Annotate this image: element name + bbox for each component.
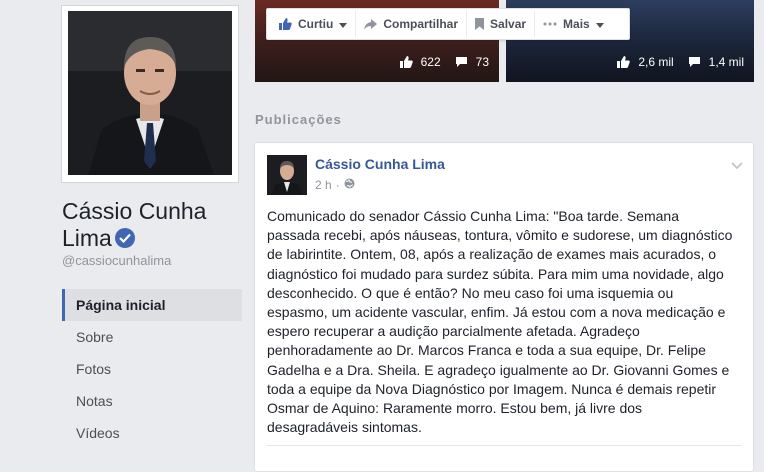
- post-divider: [267, 445, 741, 446]
- chevron-down-icon: [339, 17, 348, 31]
- profile-picture[interactable]: [68, 11, 232, 175]
- profile-picture-frame[interactable]: [61, 5, 239, 183]
- like-button[interactable]: Curtiu: [271, 11, 357, 37]
- comment-icon: [455, 56, 468, 68]
- page-name-text[interactable]: Cássio Cunha Lima: [62, 198, 206, 251]
- thumbs-up-icon: [399, 56, 413, 68]
- post-text: Comunicado do senador Cássio Cunha Lima:…: [267, 208, 733, 436]
- nav-item-photos[interactable]: Fotos: [62, 353, 242, 385]
- more-dots-icon: [543, 22, 557, 26]
- like-label: Curtiu: [298, 17, 334, 31]
- nav-item-notes[interactable]: Notas: [62, 385, 242, 417]
- post-card: Cássio Cunha Lima 2 h · Comunicado do se…: [254, 142, 754, 472]
- avatar-image: [267, 155, 307, 195]
- nav-item-about[interactable]: Sobre: [62, 321, 242, 353]
- media-stats-left: 622 73: [399, 55, 489, 69]
- post-options-chevron-icon[interactable]: [731, 157, 743, 175]
- separator-dot: ·: [335, 178, 340, 192]
- verified-badge-icon: [114, 228, 135, 248]
- page-nav: Página inicial Sobre Fotos Notas Vídeos: [62, 289, 242, 449]
- likes-count: 622: [420, 55, 441, 69]
- share-arrow-icon: [364, 18, 378, 30]
- save-button[interactable]: Salvar: [467, 11, 536, 37]
- post-author-name[interactable]: Cássio Cunha Lima: [315, 156, 445, 172]
- thumbs-up-icon: [617, 56, 631, 68]
- thumbs-up-icon: [279, 18, 292, 30]
- profile-portrait-image: [68, 11, 232, 175]
- bookmark-icon: [475, 18, 485, 30]
- post-author-avatar[interactable]: [267, 155, 307, 195]
- globe-icon[interactable]: [344, 178, 355, 192]
- page-handle[interactable]: @cassiocunhalima: [62, 253, 171, 268]
- posts-section-title: Publicações: [255, 112, 342, 127]
- nav-item-home[interactable]: Página inicial: [62, 289, 242, 321]
- comments-count: 1,4 mil: [708, 55, 744, 69]
- more-label: Mais: [563, 17, 590, 31]
- share-button[interactable]: Compartilhar: [356, 11, 468, 37]
- page-action-bar: Curtiu Compartilhar Salvar Mais: [266, 8, 630, 40]
- save-label: Salvar: [490, 17, 527, 31]
- likes-count: 2,6 mil: [638, 55, 674, 69]
- comment-icon: [688, 56, 701, 68]
- nav-item-videos[interactable]: Vídeos: [62, 417, 242, 449]
- comments-count: 73: [475, 55, 489, 69]
- share-label: Compartilhar: [383, 17, 459, 31]
- page-name[interactable]: Cássio Cunha Lima: [62, 198, 242, 252]
- more-button[interactable]: Mais: [535, 11, 612, 37]
- chevron-down-icon: [595, 17, 604, 31]
- post-timestamp[interactable]: 2 h: [315, 178, 332, 192]
- media-stats-right: 2,6 mil 1,4 mil: [617, 55, 744, 69]
- post-meta: 2 h ·: [315, 178, 355, 192]
